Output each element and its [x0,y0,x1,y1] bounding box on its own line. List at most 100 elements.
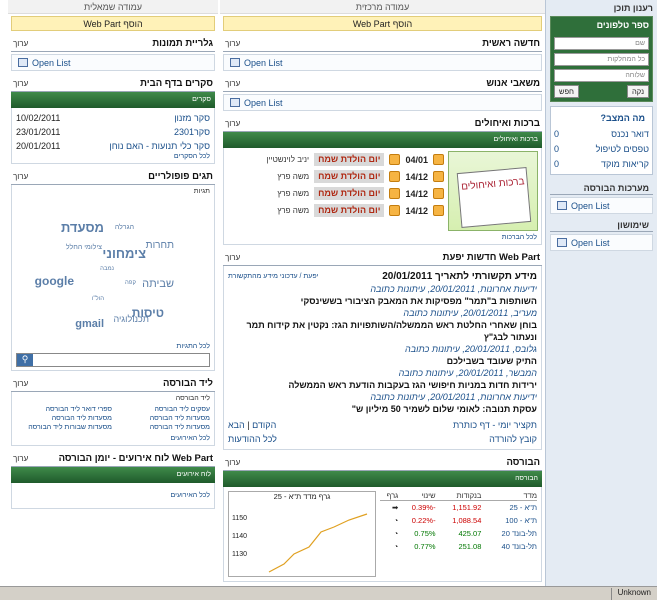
open-list-link[interactable]: Open List [11,54,215,71]
all-surveys-link[interactable]: לכל הסקרים [16,153,210,160]
greeting-row[interactable]: משה פרץ יום הולדת שמח 14/12 [227,202,444,219]
status-bar: Unknown [0,586,657,600]
all-greetings-link[interactable]: לכל הברכות [224,234,541,244]
open-list-link[interactable]: Open List [550,197,653,214]
open-list-link[interactable]: Open List [223,54,542,71]
state-row[interactable]: טפסים לטיפול 0 [554,141,649,156]
zone-status: Unknown [610,587,657,600]
edit-menu[interactable]: ערוך [13,379,28,388]
survey-row[interactable]: סקר כלי תנועות - האם נוחן 20/01/2011 [16,139,210,153]
edit-menu[interactable]: ערוך [225,253,240,262]
prev-link[interactable]: הקודם [252,420,276,430]
name-input[interactable]: שם [554,37,649,50]
tag-link[interactable]: צימחוני [102,246,146,261]
lead-link[interactable]: עסקים ליד הבורסה [120,406,210,413]
edit-menu[interactable]: ערוך [225,39,240,48]
edit-menu[interactable]: ערוך [225,79,240,88]
lead-link[interactable]: מסעדות ליד הבורסה [120,424,210,431]
mail-icon[interactable] [433,205,444,216]
tag-link[interactable]: תחרות [146,240,174,251]
tag-link[interactable]: מסעדת [61,220,104,235]
edit-menu[interactable]: ערוך [225,458,240,467]
download-link[interactable]: קובץ להורדה [489,434,537,444]
survey-row[interactable]: סקר מזנון 10/02/2011 [16,111,210,125]
news-source: ידיעות אחרונות, 20/01/2011, עיתונות כתוב… [370,284,537,294]
search-button[interactable]: חפש [554,85,579,98]
webpart-title: משאבי אנוש [486,78,540,89]
mail-icon[interactable] [433,154,444,165]
events-bar: לוח אירועים [11,467,215,483]
right-column: רענון תוכן ספר טלפונים שם כל המחלקות שלו… [545,0,657,586]
news-body: מידע תקשורתי לתאריך 20/01/2011 יפעת / עדכ… [223,266,542,450]
open-list-link[interactable]: Open List [223,94,542,111]
lead-link[interactable]: מסעדות ליד הבורסה [120,415,210,422]
webpart-title: סקרים בדף הבית [140,78,213,89]
all-events-link[interactable]: לכל האירועים [16,435,210,442]
state-row[interactable]: קריאות מוקד 0 [554,156,649,171]
survey-row[interactable]: סקר2301 23/01/2011 [16,125,210,139]
tag-link[interactable]: תכנולוגיה [113,314,149,324]
lead-link[interactable]: מסעדות שבורות ליד הבורסה [22,424,112,431]
lead-link[interactable]: ספרי דואר ליד הבורסה [22,406,112,413]
clear-button[interactable]: נקה [627,85,649,98]
tag-link[interactable]: google [35,274,74,288]
news-item[interactable]: התיק שעובד בשבילכם [228,355,537,367]
tag-link[interactable]: הגרלה [115,224,134,231]
webpart-title: גלריית תמונות [152,38,213,49]
mail-icon[interactable] [433,188,444,199]
tag-link[interactable]: שביתה [142,278,174,290]
webpart-title: חדשה ראשית [482,38,540,49]
add-webpart-button[interactable]: הוסף Web Part [11,16,215,31]
news-source: גלובס, 20/01/2011, עיתונות כתובה [405,344,537,354]
list-icon [18,58,28,67]
all-messages-link[interactable]: לכל ההודעות [228,434,277,444]
add-webpart-button[interactable]: הוסף Web Part [223,16,542,31]
tag-link[interactable]: קפה [125,280,136,286]
state-box: מה המצב? דואר נכנס 0 טפסים לטיפול 0 קריאות… [550,106,653,175]
daily-summary-link[interactable]: תקציר יומי - דף כותרת [453,420,537,430]
all-tags-link[interactable]: לכל התגיות [12,343,214,350]
mail-icon[interactable] [433,171,444,182]
tag-link[interactable]: נמבה [100,266,114,272]
middle-column: עמודה מרכזית הוסף Web Part חדשה ראשית ערו… [220,0,545,586]
tag-link[interactable]: gmail [75,318,104,330]
phonebook-box: ספר טלפונים שם כל המחלקות שלוחה נקה חפש [550,16,653,102]
cake-icon [389,188,401,199]
search-icon[interactable]: ⚲ [17,354,33,366]
department-select[interactable]: כל המחלקות [554,53,649,66]
greeting-row[interactable]: יניב לוינשטיין יום הולדת שמח 04/01 [227,151,444,168]
table-row: ת"א - 25 1,151.92 -0.39% ➡ [380,501,537,514]
edit-menu[interactable]: ערוך [225,119,240,128]
all-events-link[interactable]: לכל האירועים [16,486,210,505]
arrow-icon: ➡ [391,502,399,512]
state-row[interactable]: דואר נכנס 0 [554,126,649,141]
tag-link[interactable]: הול"ו [92,296,104,302]
shimushon-title: שימושון [550,216,653,232]
lead-link[interactable]: מסעדות ליד הבורסה [22,415,112,422]
news-item[interactable]: עסקת תנובה: לאומי שלום לשמיר 50 מיליון ש… [228,403,537,415]
surveys-bar: סקרים [11,92,215,108]
index-graph: גרף מדד ת"א - 25 1150 1140 1130 [228,491,376,577]
webpart-title: Web Part חדשות יפעת [442,252,540,263]
list-icon [230,98,240,107]
edit-menu[interactable]: ערוך [13,172,28,181]
greeting-row[interactable]: משה פרץ יום הולדת שמח 14/12 [227,185,444,202]
greeting-row[interactable]: משה פרץ יום הולדת שמח 14/12 [227,168,444,185]
extension-input[interactable]: שלוחה [554,69,649,82]
chart-icon: ◔ [393,541,399,551]
tag-search-input[interactable]: ⚲ [16,353,210,367]
news-headline[interactable]: מידע תקשורתי לתאריך 20/01/2011 [382,271,537,282]
edit-menu[interactable]: ערוך [13,39,28,48]
webpart-title: ברכות ואיחולים [474,118,540,129]
bourse-bar: הבורסה [223,471,542,487]
news-item[interactable]: בוחן שאחרי החלטת ראש הממשלה/השותפויות הג… [228,319,537,343]
open-list-link[interactable]: Open List [550,234,653,251]
edit-menu[interactable]: ערוך [13,79,28,88]
news-item[interactable]: ירידות חדות במניות חיפושי הגז בעקבות הוד… [228,379,537,391]
tag-link[interactable]: צילומי החלל [66,244,102,251]
news-item[interactable]: השותפות ב"תמר" מפסיקות את המאבק הציבורי … [228,295,537,307]
next-link[interactable]: הבא [228,420,245,430]
list-icon [230,58,240,67]
edit-menu[interactable]: ערוך [13,454,28,463]
table-row: ת"א - 100 1,088.54 -0.22% ◔ [380,514,537,527]
